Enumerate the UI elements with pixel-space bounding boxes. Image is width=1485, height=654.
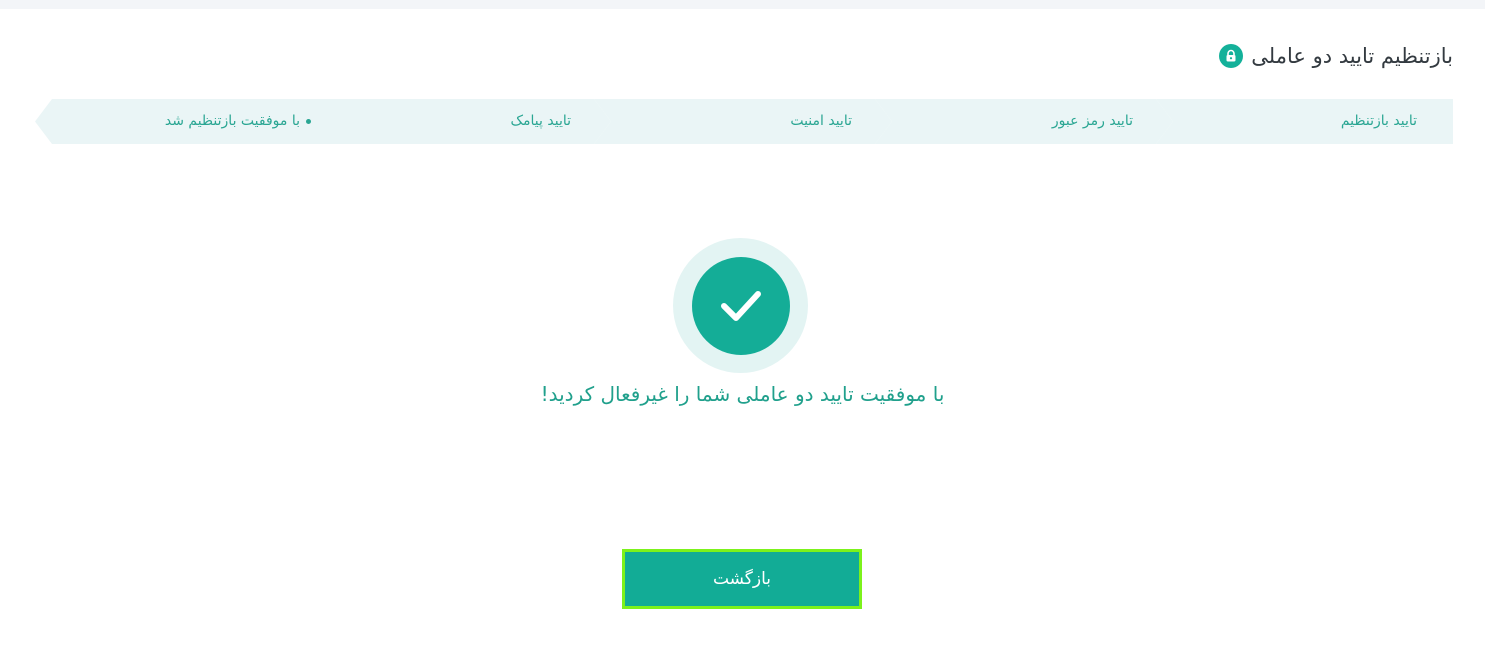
- page-header: بازتنظیم تایید دو عاملی: [1219, 40, 1453, 72]
- page-title: بازتنظیم تایید دو عاملی: [1251, 44, 1453, 68]
- step-security-confirm: تایید امنیت: [594, 99, 892, 144]
- lock-icon: [1219, 44, 1244, 68]
- step-sms-confirm: تایید پیامک: [313, 99, 611, 144]
- step-password-confirm: تایید رمز عبور: [875, 99, 1173, 144]
- active-step-dot: [306, 118, 311, 124]
- check-icon: [691, 256, 790, 355]
- progress-stepper: تایید بازتنظیم تایید رمز عبور تایید امنی…: [32, 99, 1453, 144]
- top-bar: [0, 0, 1485, 9]
- step-reset-success: با موفقیت بازتنظیم شد: [35, 99, 330, 144]
- step-label: تایید بازتنظیم: [1340, 113, 1417, 129]
- step-label: تایید پیامک: [510, 113, 571, 129]
- back-button[interactable]: بازگشت: [622, 549, 862, 609]
- success-indicator: [673, 238, 808, 373]
- step-label: تایید رمز عبور: [1051, 113, 1133, 129]
- step-label-active: با موفقیت بازتنظیم شد: [165, 99, 311, 144]
- step-reset-confirm: تایید بازتنظیم: [1156, 99, 1453, 144]
- success-message: با موفقیت تایید دو عاملی شما را غیرفعال …: [540, 382, 945, 406]
- step-label: تایید امنیت: [790, 113, 852, 129]
- step-label-text: با موفقیت بازتنظیم شد: [164, 113, 300, 129]
